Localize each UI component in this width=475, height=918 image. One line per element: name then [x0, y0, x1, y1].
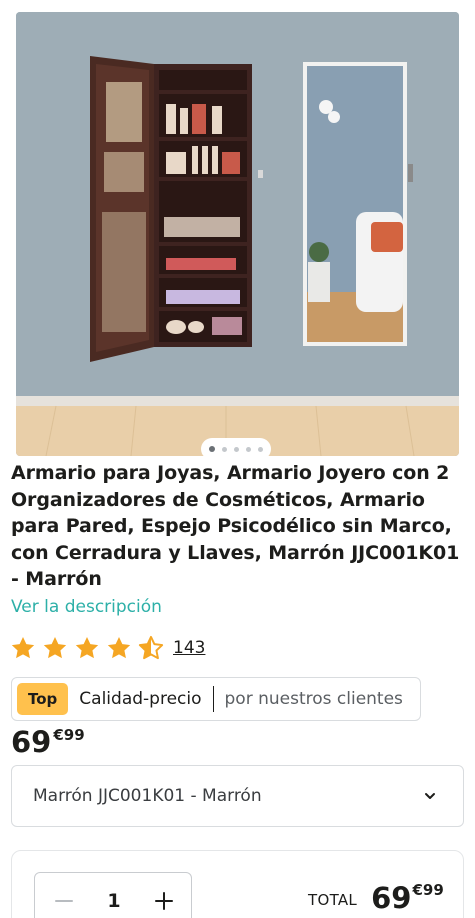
- chevron-down-icon: [425, 793, 435, 799]
- product-title: Armario para Joyas, Armario Joyero con 2…: [11, 462, 460, 590]
- total-integer: 69: [371, 881, 412, 915]
- total-decimals: €99: [412, 881, 444, 899]
- quality-price-badge: Top Calidad-precio por nuestros clientes: [11, 677, 421, 721]
- minus-icon: [55, 900, 73, 902]
- star-full-icon: [11, 636, 35, 659]
- star-full-icon: [75, 636, 99, 659]
- gallery-pagination[interactable]: [201, 438, 271, 460]
- product-photo: [16, 12, 459, 456]
- variant-select-value: Marrón JJC001K01 - Marrón: [33, 786, 262, 806]
- gallery-dot-3[interactable]: [234, 446, 239, 452]
- product-price: 69 €99: [11, 724, 85, 760]
- rating-count-link[interactable]: 143: [173, 638, 205, 658]
- star-full-icon: [107, 636, 131, 659]
- variant-select[interactable]: Marrón JJC001K01 - Marrón: [11, 765, 464, 827]
- decrease-quantity-button[interactable]: [53, 890, 75, 912]
- star-half-icon: [138, 635, 164, 660]
- star-full-icon: [43, 636, 67, 659]
- view-description-link[interactable]: Ver la descripción: [11, 597, 162, 617]
- badge-top-tag: Top: [17, 683, 69, 715]
- total-price: TOTAL 69 €99: [308, 877, 444, 918]
- gallery-dot-2[interactable]: [222, 446, 227, 452]
- badge-divider: [212, 686, 214, 712]
- gallery-dot-5[interactable]: [258, 446, 263, 452]
- badge-sub-text: por nuestros clientes: [224, 689, 403, 709]
- total-amount: 69 €99: [371, 877, 444, 918]
- quantity-stepper: 1: [34, 872, 192, 918]
- gallery-dot-1[interactable]: [209, 446, 215, 452]
- product-image-gallery[interactable]: [16, 12, 459, 456]
- price-integer: 69: [11, 725, 52, 759]
- gallery-dot-4[interactable]: [246, 446, 251, 452]
- price-decimals: €99: [53, 726, 85, 744]
- product-rating[interactable]: 143: [10, 634, 205, 662]
- badge-main-text: Calidad-precio: [79, 689, 202, 709]
- plus-icon: [154, 892, 173, 910]
- quantity-value: 1: [107, 890, 121, 912]
- top-bar: [0, 0, 475, 2]
- purchase-card: 1 TOTAL 69 €99: [11, 850, 464, 918]
- increase-quantity-button[interactable]: [153, 890, 175, 912]
- total-label: TOTAL: [308, 891, 358, 909]
